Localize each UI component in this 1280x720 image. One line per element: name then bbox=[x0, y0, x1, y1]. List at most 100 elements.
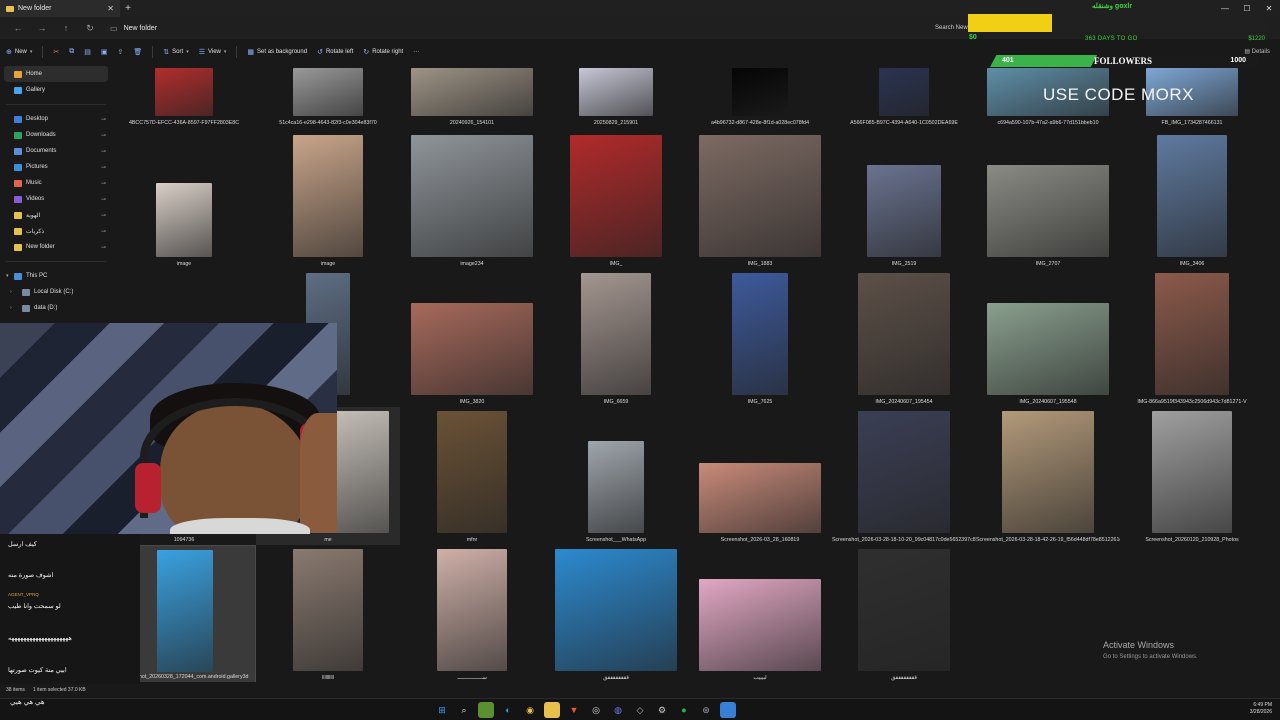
file-item[interactable]: ققققققققق bbox=[544, 545, 688, 682]
file-item[interactable]: image234 bbox=[400, 131, 544, 269]
file-item[interactable]: 20240926_154101 bbox=[400, 62, 544, 128]
file-item[interactable]: IMG_20240607_195454 bbox=[832, 269, 976, 407]
clock-time: 6:49 PM bbox=[1253, 702, 1272, 708]
file-item[interactable]: IMG_7625 bbox=[688, 269, 832, 407]
app-icon[interactable]: ◇ bbox=[632, 702, 648, 718]
chevron-right-icon[interactable]: › bbox=[10, 289, 12, 295]
sidebar-item-pinned[interactable]: الهوية ⊸ bbox=[0, 207, 112, 223]
sidebar-item-pinned[interactable]: Documents ⊸ bbox=[0, 143, 112, 159]
file-item[interactable]: ســــــــــــــــ bbox=[400, 545, 544, 682]
sidebar-item-data-drive[interactable]: › data (D:) bbox=[0, 300, 112, 316]
file-item[interactable]: Screenshot_2026-03_28_160819 bbox=[688, 407, 832, 545]
view-button[interactable]: ☰ View ▾ bbox=[199, 48, 227, 56]
windows-start-icon[interactable]: ⊞ bbox=[434, 702, 450, 718]
file-item[interactable]: image bbox=[112, 131, 256, 269]
file-item[interactable]: IMG_ bbox=[544, 131, 688, 269]
file-explorer-icon[interactable] bbox=[544, 702, 560, 718]
sidebar-item-pinned[interactable]: Pictures ⊸ bbox=[0, 159, 112, 175]
file-name: 4BCC757D-EFCC-436A-8597-F97FF2803E8C bbox=[128, 120, 240, 126]
computer-icon bbox=[14, 272, 22, 280]
image-thumbnail bbox=[155, 68, 213, 116]
file-item[interactable]: IMG_3820 bbox=[400, 269, 544, 407]
file-item[interactable]: 4BCC757D-EFCC-436A-8597-F97FF2803E8C bbox=[112, 62, 256, 128]
sidebar-item-label: New folder bbox=[26, 244, 55, 250]
spotify-icon[interactable]: ● bbox=[676, 702, 692, 718]
set-background-button[interactable]: ▦ Set as background bbox=[247, 48, 307, 56]
edge-icon[interactable]: ◐ bbox=[500, 702, 516, 718]
delete-button[interactable]: 🗑 bbox=[133, 48, 142, 56]
share-button[interactable]: ⇪ bbox=[118, 48, 124, 56]
file-item[interactable]: IMG_20240607_195548 bbox=[976, 269, 1120, 407]
back-icon[interactable]: ← bbox=[6, 23, 30, 33]
goal-title: وشنقله goxlr bbox=[1092, 3, 1133, 10]
image-thumbnail bbox=[437, 549, 507, 671]
tab-new-folder[interactable]: New folder ✕ bbox=[0, 0, 120, 17]
file-item[interactable]: 51c4ca16-e298-4643-82f3-c0e304e83f70 bbox=[256, 62, 400, 128]
file-item[interactable]: mfnr bbox=[400, 407, 544, 545]
sidebar-item-this-pc[interactable]: ▾ This PC bbox=[0, 268, 112, 284]
details-button[interactable]: ▤ Details bbox=[1244, 48, 1270, 55]
chevron-right-icon[interactable]: › bbox=[10, 305, 12, 311]
image-thumbnail bbox=[437, 411, 507, 533]
file-item[interactable]: a4b96732-d867-428e-8f1d-a028ec078fd4 bbox=[688, 62, 832, 128]
file-name: Screenshot_2026-03-28-18-10-20_99c04817c… bbox=[832, 537, 976, 543]
taskbar: ⊞ ⌕ ◐ ◉ ▼ ◎ ◍ ◇ ⚙ ● ⊛ 6:49 PM 3/28/2026 bbox=[0, 698, 1280, 720]
file-item[interactable]: ققققققققق bbox=[832, 545, 976, 682]
file-name: 20250829_215901 bbox=[593, 120, 639, 126]
quick-access-list: Desktop ⊸ Downloads ⊸ Documents ⊸ Pictures ⊸ Mus… bbox=[0, 111, 112, 255]
sidebar-item-pinned[interactable]: New folder ⊸ bbox=[0, 239, 112, 255]
refresh-icon[interactable]: ↻ bbox=[78, 23, 102, 34]
minecraft-icon[interactable] bbox=[478, 702, 494, 718]
new-tab-button[interactable]: + bbox=[120, 3, 136, 14]
copy-button[interactable]: ⧉ bbox=[69, 48, 74, 56]
up-icon[interactable]: ↑ bbox=[54, 23, 78, 33]
file-item[interactable]: Screenshot___WhatsApp bbox=[544, 407, 688, 545]
settings-icon[interactable]: ⚙ bbox=[654, 702, 670, 718]
file-item[interactable]: IMG_3406 bbox=[1120, 131, 1264, 269]
sidebar-item-pinned[interactable]: Music ⊸ bbox=[0, 175, 112, 191]
tab-close-icon[interactable]: ✕ bbox=[107, 4, 114, 13]
file-item[interactable]: IMG_1883 bbox=[688, 131, 832, 269]
search-icon[interactable]: ⌕ bbox=[456, 702, 472, 718]
forward-icon[interactable]: → bbox=[30, 23, 54, 33]
rotate-left-button[interactable]: ↺ Rotate left bbox=[317, 48, 353, 56]
brave-icon[interactable]: ▼ bbox=[566, 702, 582, 718]
sidebar-item-pinned[interactable]: Videos ⊸ bbox=[0, 191, 112, 207]
rotate-right-button[interactable]: ↻ Rotate right bbox=[363, 48, 403, 56]
obs-icon[interactable]: ◎ bbox=[588, 702, 604, 718]
sidebar-item-pinned[interactable]: Downloads ⊸ bbox=[0, 127, 112, 143]
sort-button[interactable]: ⇅ Sort ▾ bbox=[163, 48, 188, 56]
file-item[interactable]: image bbox=[256, 131, 400, 269]
chrome-icon[interactable]: ◉ bbox=[522, 702, 538, 718]
cut-button[interactable]: ✂ bbox=[53, 48, 59, 56]
file-item[interactable]: Screenshot_20260120_210928_Photos bbox=[1120, 407, 1264, 545]
rotate-left-label: Rotate left bbox=[325, 49, 354, 55]
file-item[interactable]: IMG_2519 bbox=[832, 131, 976, 269]
sidebar-item-pinned[interactable]: Desktop ⊸ bbox=[0, 111, 112, 127]
sidebar-item-local-disk[interactable]: › Local Disk (C:) bbox=[0, 284, 112, 300]
steam-icon[interactable]: ⊛ bbox=[698, 702, 714, 718]
file-item[interactable]: IMG-866a9519f343943c2506d943c7d81271-V bbox=[1120, 269, 1264, 407]
file-item[interactable]: Screenshot_2026-03-28-18-42-26-19_f56d44… bbox=[976, 407, 1120, 545]
file-item[interactable]: llllllllll bbox=[256, 545, 400, 682]
sidebar-item-label: Music bbox=[26, 180, 42, 186]
more-options-button[interactable]: ··· bbox=[413, 49, 419, 55]
chevron-down-icon[interactable]: ▾ bbox=[6, 273, 9, 279]
file-item[interactable]: IMG_6659 bbox=[544, 269, 688, 407]
sidebar-item-pinned[interactable]: ذكريات ⊸ bbox=[0, 223, 112, 239]
rename-button[interactable]: ▣ bbox=[101, 48, 108, 56]
photos-icon[interactable] bbox=[720, 702, 736, 718]
file-item[interactable]: Screenshot_2026-03-28-18-10-20_99c04817c… bbox=[832, 407, 976, 545]
sidebar-item-home[interactable]: Home bbox=[4, 66, 108, 82]
discord-icon[interactable]: ◍ bbox=[610, 702, 626, 718]
file-item[interactable]: 20250829_215901 bbox=[544, 62, 688, 128]
system-clock[interactable]: 6:49 PM 3/28/2026 bbox=[1250, 702, 1272, 716]
file-item[interactable]: A566F085-B97C-4394-A640-1C0502DEA69E bbox=[832, 62, 976, 128]
goal-amount: $1220 bbox=[1248, 36, 1265, 42]
sidebar-item-gallery[interactable]: Gallery bbox=[0, 82, 112, 98]
file-item[interactable]: IMG_2707 bbox=[976, 131, 1120, 269]
file-item[interactable]: لبيييب bbox=[688, 545, 832, 682]
new-button[interactable]: ⊕ New ▾ bbox=[6, 48, 32, 56]
paste-button[interactable]: ▤ bbox=[84, 48, 91, 56]
breadcrumb-location[interactable]: New folder bbox=[124, 25, 157, 32]
